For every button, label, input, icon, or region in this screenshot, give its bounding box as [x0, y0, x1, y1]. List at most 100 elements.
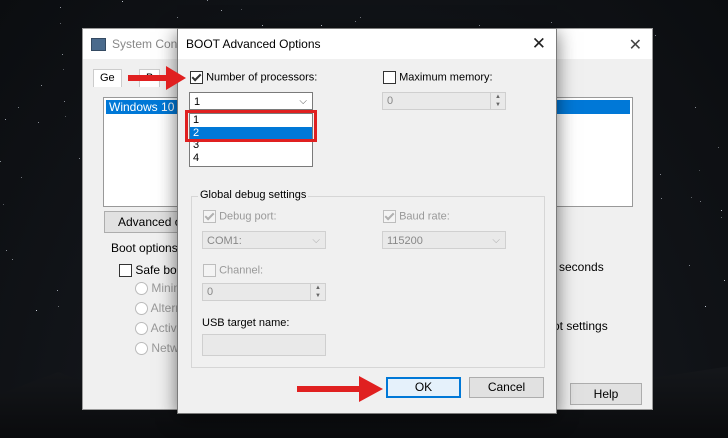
dropdown-option-4[interactable]: 4	[190, 152, 312, 165]
safe-boot-option[interactable]: Safe boo	[119, 263, 183, 278]
star	[659, 174, 661, 176]
star	[721, 217, 723, 219]
stepper-arrows-icon[interactable]: ▲ ▼	[490, 93, 505, 109]
star	[21, 177, 23, 179]
boot-settings-label: ot settings	[553, 319, 608, 333]
star	[5, 118, 7, 120]
star	[79, 157, 81, 159]
red-arrow-icon	[297, 376, 383, 402]
star	[688, 264, 690, 266]
star	[64, 100, 66, 102]
star	[17, 106, 19, 108]
radio-network-label: Netw	[151, 341, 179, 355]
star	[221, 9, 223, 11]
star	[698, 169, 700, 171]
star	[60, 22, 62, 24]
star	[12, 259, 14, 261]
help-button[interactable]: Help	[570, 383, 642, 405]
star	[57, 305, 59, 307]
num-processors-option[interactable]: Number of processors:	[190, 71, 317, 84]
safe-boot-checkbox[interactable]	[119, 264, 132, 278]
radio-icon[interactable]	[135, 282, 148, 296]
max-memory-option[interactable]: Maximum memory:	[383, 71, 493, 84]
tab-general[interactable]: Ge	[93, 69, 122, 87]
radio-icon[interactable]	[135, 322, 148, 336]
star	[261, 25, 263, 27]
dialog-title: BOOT Advanced Options	[186, 37, 321, 51]
seconds-label: seconds	[559, 260, 604, 274]
star	[41, 84, 43, 86]
channel-stepper[interactable]: 0 ▲ ▼	[202, 283, 326, 301]
channel-label: Channel:	[219, 264, 264, 277]
star	[695, 107, 697, 109]
dialog-titlebar: BOOT Advanced Options ✕	[178, 29, 556, 59]
star	[6, 249, 8, 251]
debug-port-select[interactable]: COM1: ⌵	[202, 231, 326, 249]
highlight-box	[185, 110, 317, 142]
radio-network[interactable]: Netw	[135, 341, 179, 356]
star	[36, 309, 38, 311]
baud-rate-label: Baud rate:	[399, 210, 450, 223]
star	[717, 147, 719, 149]
syscfg-title: System Conf	[112, 37, 181, 51]
star	[704, 305, 706, 307]
max-memory-checkbox[interactable]	[383, 71, 396, 84]
star	[37, 121, 39, 123]
star	[62, 69, 64, 71]
star	[724, 279, 726, 281]
star	[320, 24, 322, 26]
num-processors-select[interactable]: 1 ⌵	[189, 92, 313, 110]
stepper-arrows-icon[interactable]: ▲ ▼	[310, 284, 325, 300]
star	[61, 53, 63, 55]
baud-rate-value: 115200	[387, 235, 423, 247]
debug-port-option[interactable]: Debug port:	[203, 210, 277, 223]
star	[177, 16, 179, 18]
star	[240, 9, 242, 11]
max-memory-label: Maximum memory:	[399, 71, 493, 84]
star	[355, 21, 357, 23]
cancel-button[interactable]: Cancel	[469, 377, 544, 398]
radio-alternate[interactable]: Altern	[135, 301, 182, 316]
num-processors-value: 1	[194, 96, 201, 108]
chevron-down-icon[interactable]: ⌵	[492, 232, 500, 250]
max-memory-stepper[interactable]: 0 ▲ ▼	[382, 92, 506, 110]
max-memory-value: 0	[387, 95, 394, 107]
ok-button[interactable]: OK	[386, 377, 461, 398]
star	[206, 0, 208, 1]
star	[57, 290, 59, 292]
close-icon[interactable]: ✕	[532, 34, 546, 54]
star	[700, 201, 702, 203]
star	[359, 17, 361, 19]
red-arrow-icon	[128, 66, 186, 90]
debug-group-title: Global debug settings	[198, 189, 309, 201]
usb-target-input[interactable]	[202, 334, 326, 356]
star	[655, 34, 657, 36]
channel-checkbox[interactable]	[203, 264, 216, 277]
channel-value: 0	[207, 286, 214, 298]
star	[551, 22, 553, 23]
star	[478, 25, 480, 27]
star	[121, 0, 123, 2]
star	[0, 160, 2, 162]
star	[660, 197, 662, 199]
radio-icon[interactable]	[135, 342, 148, 356]
channel-option[interactable]: Channel:	[203, 264, 263, 277]
star	[59, 6, 61, 8]
baud-rate-option[interactable]: Baud rate:	[383, 210, 450, 223]
star	[2, 204, 4, 206]
baud-rate-checkbox[interactable]	[383, 210, 396, 223]
num-processors-label: Number of processors:	[206, 71, 318, 84]
chevron-down-icon[interactable]: ⌵	[299, 93, 307, 111]
radio-icon[interactable]	[135, 302, 148, 316]
usb-target-label: USB target name:	[202, 317, 290, 329]
chevron-down-icon[interactable]: ⌵	[312, 232, 320, 250]
star	[690, 196, 692, 198]
star	[720, 209, 722, 211]
close-icon[interactable]: ✕	[629, 35, 642, 55]
baud-rate-select[interactable]: 115200 ⌵	[382, 231, 506, 249]
debug-port-label: Debug port:	[219, 210, 277, 223]
debug-port-checkbox[interactable]	[203, 210, 216, 223]
num-processors-checkbox[interactable]	[190, 71, 203, 84]
debug-port-value: COM1:	[207, 235, 242, 247]
boot-options-label: Boot options	[111, 241, 178, 255]
